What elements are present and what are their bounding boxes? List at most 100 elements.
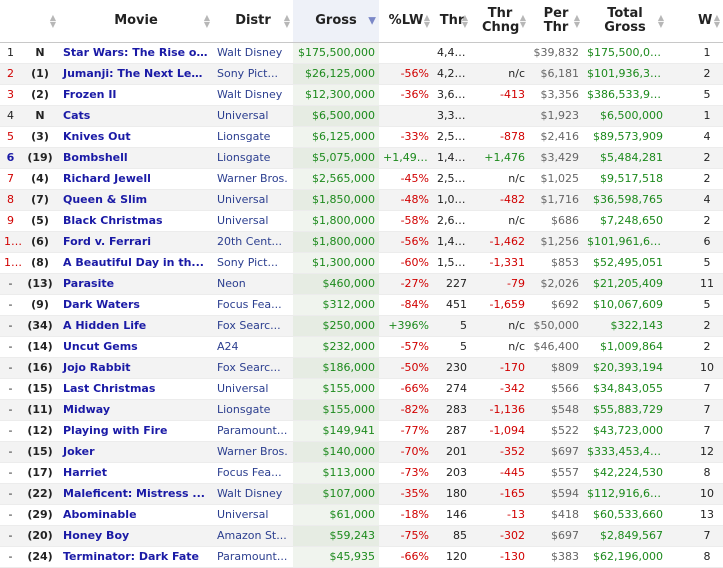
movie-title-link[interactable]: A Hidden Life xyxy=(59,315,213,337)
movie-title-link[interactable]: Dark Waters xyxy=(59,294,213,316)
header-gross[interactable]: Gross ▼ xyxy=(293,0,379,43)
weeks-cell: 4 xyxy=(691,189,723,211)
table-row[interactable]: 5 (3) Knives Out Lionsgate $6,125,000 -33% 2,5… xyxy=(0,126,723,148)
movie-title-link[interactable]: Black Christmas xyxy=(59,210,213,232)
table-row[interactable]: 7 (4) Richard Jewell Warner Bros. $2,565,000… xyxy=(0,168,723,190)
previous-rank-cell: (12) xyxy=(21,420,59,442)
header-rank[interactable] xyxy=(0,0,21,43)
spacer-cell xyxy=(667,105,691,127)
weeks-cell: 10 xyxy=(691,483,723,505)
movie-title-link[interactable]: Star Wars: The Rise o... xyxy=(59,42,213,64)
theaters-cell: 5 xyxy=(433,315,471,337)
movie-title-link[interactable]: Ford v. Ferrari xyxy=(59,231,213,253)
distributor-cell: Lionsgate xyxy=(213,126,293,148)
movie-title-link[interactable]: Jumanji: The Next Level xyxy=(59,63,213,85)
theaters-cell: 227 xyxy=(433,273,471,295)
movie-title-link[interactable]: Terminator: Dark Fate xyxy=(59,546,213,568)
movie-title-link[interactable]: Joker xyxy=(59,441,213,463)
movie-title-link[interactable]: Maleficent: Mistress ... xyxy=(59,483,213,505)
table-row[interactable]: - (11) Midway Lionsgate $155,000 -82% 283 -1,13… xyxy=(0,399,723,421)
per-theater-cell: $39,832 xyxy=(529,42,583,64)
spacer-cell xyxy=(667,462,691,484)
table-row[interactable]: 10 (6) Ford v. Ferrari 20th Cent... $1,800,0… xyxy=(0,231,723,253)
table-row[interactable]: - (34) A Hidden Life Fox Searc... $250,000 +3… xyxy=(0,315,723,337)
sort-arrows-icon: ▲ ▼ xyxy=(49,12,56,29)
movie-title-link[interactable]: Parasite xyxy=(59,273,213,295)
movie-title-link[interactable]: Harriet xyxy=(59,462,213,484)
table-row[interactable]: 9 (5) Black Christmas Universal $1,800,000 -5… xyxy=(0,210,723,232)
header-total[interactable]: Total Gross ▲ ▼ xyxy=(583,0,667,43)
table-row[interactable]: - (15) Joker Warner Bros. $140,000 -70% 201 -35… xyxy=(0,441,723,463)
movie-title-link[interactable]: Cats xyxy=(59,105,213,127)
theaters-cell: 4,227 xyxy=(433,63,471,85)
distributor-cell: Paramount... xyxy=(213,420,293,442)
header-w[interactable]: W ▲ ▼ xyxy=(667,0,723,43)
movie-title-link[interactable]: Abominable xyxy=(59,504,213,526)
previous-rank-cell: (15) xyxy=(21,378,59,400)
movie-title-link[interactable]: Uncut Gems xyxy=(59,336,213,358)
movie-title-link[interactable]: Playing with Fire xyxy=(59,420,213,442)
header-prev[interactable]: ▲ ▼ xyxy=(21,0,59,43)
header-distr[interactable]: Distr ▲ ▼ xyxy=(213,0,293,43)
per-theater-cell: $1,923 xyxy=(529,105,583,127)
total-gross-cell: $43,723,000 xyxy=(583,420,667,442)
distributor-cell: Fox Searc... xyxy=(213,315,293,337)
gross-cell: $1,300,000 xyxy=(293,252,379,274)
distributor-cell: Sony Pict... xyxy=(213,252,293,274)
movie-title-link[interactable]: Bombshell xyxy=(59,147,213,169)
movie-title-link[interactable]: Frozen II xyxy=(59,84,213,106)
table-row[interactable]: 11 (8) A Beautiful Day in th... Sony Pict..… xyxy=(0,252,723,274)
spacer-cell xyxy=(667,483,691,505)
spacer-cell xyxy=(667,504,691,526)
table-row[interactable]: - (29) Abominable Universal $61,000 -18% 146 -1… xyxy=(0,504,723,526)
per-theater-cell: $2,026 xyxy=(529,273,583,295)
movie-title-link[interactable]: Queen & Slim xyxy=(59,189,213,211)
per-theater-cell: $46,400 xyxy=(529,336,583,358)
table-row[interactable]: - (9) Dark Waters Focus Fea... $312,000 -84% 4… xyxy=(0,294,723,316)
weeks-cell: 2 xyxy=(691,147,723,169)
table-row[interactable]: - (24) Terminator: Dark Fate Paramount... $4… xyxy=(0,546,723,568)
table-row[interactable]: 8 (7) Queen & Slim Universal $1,850,000 -48% 1… xyxy=(0,189,723,211)
per-theater-cell: $1,716 xyxy=(529,189,583,211)
movie-title-link[interactable]: Honey Boy xyxy=(59,525,213,547)
movie-title-link[interactable]: Jojo Rabbit xyxy=(59,357,213,379)
header-lw[interactable]: %LW ▲ ▼ xyxy=(379,0,433,43)
table-row[interactable]: - (20) Honey Boy Amazon St... $59,243 -75% 85-… xyxy=(0,525,723,547)
spacer-cell xyxy=(667,294,691,316)
total-gross-cell: $5,484,281 xyxy=(583,147,667,169)
table-row[interactable]: - (13) Parasite Neon $460,000 -27% 227 -79 $2,02… xyxy=(0,273,723,295)
per-theater-cell: $3,356 xyxy=(529,84,583,106)
header-per-thr-label: Per Thr xyxy=(543,5,569,35)
table-row[interactable]: - (15) Last Christmas Universal $155,000 -66%… xyxy=(0,378,723,400)
table-row[interactable]: 1 N Star Wars: The Rise o... Walt Disney $17… xyxy=(0,42,723,64)
distributor-cell: Universal xyxy=(213,210,293,232)
table-row[interactable]: 4 N Cats Universal $6,500,000 3,380 $1,923 $6,5… xyxy=(0,105,723,127)
previous-rank-cell: (24) xyxy=(21,546,59,568)
movie-title-link[interactable]: A Beautiful Day in th... xyxy=(59,252,213,274)
header-per-thr[interactable]: Per Thr ▲ ▼ xyxy=(529,0,583,43)
table-row[interactable]: - (22) Maleficent: Mistress ... Walt Disney… xyxy=(0,483,723,505)
header-thr[interactable]: Thr ▲ ▼ xyxy=(433,0,471,43)
weeks-cell: 12 xyxy=(691,441,723,463)
movie-title-link[interactable]: Richard Jewell xyxy=(59,168,213,190)
table-row[interactable]: 6 (19) Bombshell Lionsgate $5,075,000 +1,490%… xyxy=(0,147,723,169)
table-row[interactable]: - (12) Playing with Fire Paramount... $149,9… xyxy=(0,420,723,442)
box-office-table: ▲ ▼ Movie ▲ ▼ Distr ▲ ▼ Gross ▼ %LW ▲ ▼ Thr … xyxy=(0,0,723,568)
header-movie[interactable]: Movie ▲ ▼ xyxy=(59,0,213,43)
sort-arrows-icon: ▲ ▼ xyxy=(573,12,580,29)
movie-title-link[interactable]: Midway xyxy=(59,399,213,421)
theater-change-cell: -302 xyxy=(471,525,529,547)
movie-title-link[interactable]: Last Christmas xyxy=(59,378,213,400)
gross-cell: $175,500,000 xyxy=(293,42,379,64)
header-thr-chng[interactable]: Thr Chng ▲ ▼ xyxy=(471,0,529,43)
table-row[interactable]: - (16) Jojo Rabbit Fox Searc... $186,000 -50%… xyxy=(0,357,723,379)
table-row[interactable]: 2 (1) Jumanji: The Next Level Sony Pict... $… xyxy=(0,63,723,85)
rank-cell: 6 xyxy=(0,147,21,169)
gross-cell: $149,941 xyxy=(293,420,379,442)
movie-title-link[interactable]: Knives Out xyxy=(59,126,213,148)
table-row[interactable]: - (17) Harriet Focus Fea... $113,000 -73% 203-… xyxy=(0,462,723,484)
table-row[interactable]: - (14) Uncut Gems A24 $232,000 -57% 5 n/c $46,40… xyxy=(0,336,723,358)
table-row[interactable]: 3 (2) Frozen II Walt Disney $12,300,000 -36% 3… xyxy=(0,84,723,106)
theaters-cell: 5 xyxy=(433,336,471,358)
previous-rank-cell: (11) xyxy=(21,399,59,421)
